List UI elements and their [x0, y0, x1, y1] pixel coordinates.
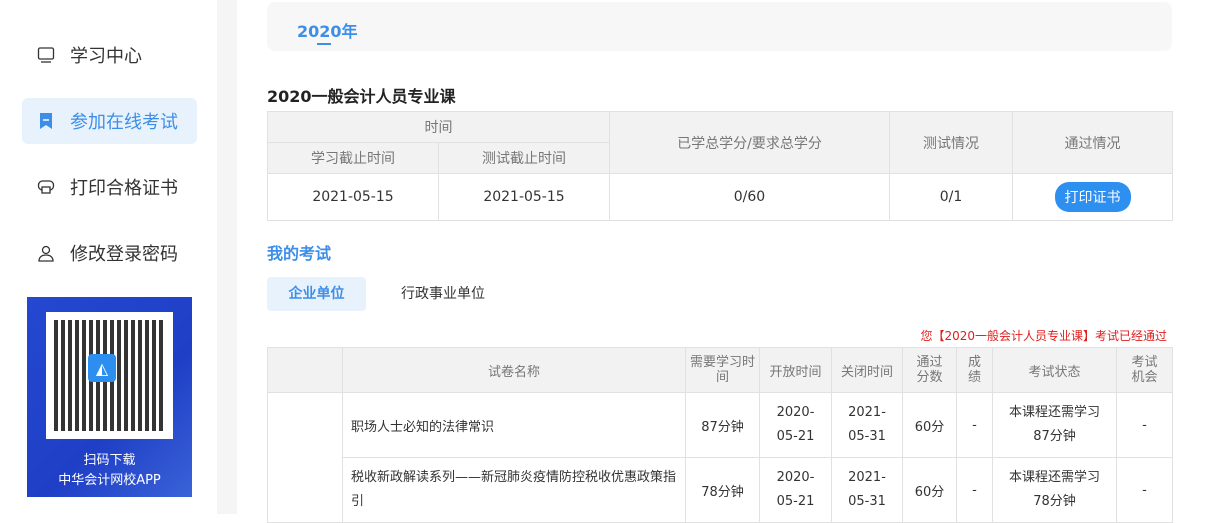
table-row: 税收新政解读系列——新冠肺炎疫情防控税收优惠政策指引 78分钟 2020-05-…: [268, 457, 1173, 523]
sidebar-item-change-password[interactable]: 修改登录密码: [22, 230, 197, 276]
tab-enterprise[interactable]: 企业单位: [267, 277, 366, 311]
print-certificate-button[interactable]: 打印证书: [1054, 182, 1131, 212]
sidebar-item-print-certificate[interactable]: 打印合格证书: [22, 164, 197, 210]
header-test-deadline: 测试截止时间: [438, 142, 610, 174]
divider: [217, 0, 237, 514]
app-download-promo[interactable]: ◭ 扫码下载 中华会计网校APP: [27, 297, 192, 497]
score: -: [956, 392, 993, 458]
sidebar-item-study-center[interactable]: 学习中心: [22, 32, 197, 78]
test-deadline: 2021-05-15: [438, 173, 610, 221]
pass-notice: 您【2020一般会计人员专业课】考试已经通过: [920, 329, 1167, 343]
header-pass-score: 通过分数: [902, 347, 957, 393]
chances: -: [1116, 392, 1173, 458]
sidebar-item-online-exam[interactable]: 参加在线考试: [22, 98, 197, 144]
sidebar-item-label: 修改登录密码: [70, 244, 178, 265]
sidebar-item-label: 学习中心: [70, 46, 142, 67]
tab-administrative[interactable]: 行政事业单位: [387, 277, 499, 311]
header-status: 考试状态: [992, 347, 1117, 393]
exam-name[interactable]: 税收新政解读系列——新冠肺炎疫情防控税收优惠政策指引: [342, 457, 686, 523]
table-row: 2021-05-15 2021-05-15 0/60 0/1 打印证书: [267, 173, 1173, 221]
study-time: 78分钟: [685, 457, 760, 523]
bookmark-icon: [36, 111, 56, 131]
printer-icon: [36, 177, 56, 197]
pass-score: 60分: [902, 457, 957, 523]
course-table: 时间 已学总学分/要求总学分 测试情况 通过情况 学习截止时间 测试截止时间 2021-…: [267, 111, 1173, 221]
user-icon: [36, 243, 56, 263]
monitor-icon: [36, 45, 56, 65]
chances: -: [1116, 457, 1173, 523]
sidebar: 学习中心 参加在线考试 打印合格证书 修改登录密码 ◭ 扫码下载 中华会计网校A…: [0, 0, 217, 514]
sidebar-item-label: 参加在线考试: [70, 112, 178, 133]
header-test-status: 测试情况: [889, 111, 1013, 174]
header-time: 时间: [267, 111, 610, 143]
header-pass-status: 通过情况: [1012, 111, 1173, 174]
header-credits: 已学总学分/要求总学分: [609, 111, 890, 174]
course-title: 2020一般会计人员专业课: [267, 87, 456, 106]
score: -: [956, 457, 993, 523]
credits: 0/60: [609, 173, 890, 221]
open-time: 2020-05-21: [759, 392, 832, 458]
tab-indicator: [317, 43, 331, 45]
exam-name[interactable]: 职场人士必知的法律常识: [342, 392, 686, 458]
my-exams-title: 我的考试: [267, 244, 332, 263]
promo-line-2: 中华会计网校APP: [58, 473, 161, 488]
study-deadline: 2021-05-15: [267, 173, 439, 221]
tab-2020[interactable]: 2020年: [297, 18, 358, 42]
close-time: 2021-05-31: [831, 457, 903, 523]
exam-status: 本课程还需学习78分钟: [992, 457, 1117, 523]
table-row: 职场人士必知的法律常识 87分钟 2020-05-21 2021-05-31 6…: [267, 392, 1173, 523]
study-time: 87分钟: [685, 392, 760, 458]
header-chances: 考试机会: [1116, 347, 1173, 393]
qr-code: ◭: [46, 312, 173, 439]
promo-line-1: 扫码下载: [83, 453, 136, 468]
header-name: 试卷名称: [342, 347, 686, 393]
app-logo-icon: ◭: [88, 354, 116, 382]
year-tabs: 2020年: [267, 2, 1172, 51]
pass-score: 60分: [902, 392, 957, 458]
header-study-time: 需要学习时间: [685, 347, 760, 393]
header-open: 开放时间: [759, 347, 832, 393]
exam-table: 试卷名称 需要学习时间 开放时间 关闭时间 通过分数 成绩 考试状态 考试机会 …: [267, 347, 1173, 523]
header-score: 成绩: [956, 347, 993, 393]
sidebar-item-label: 打印合格证书: [70, 178, 178, 199]
close-time: 2021-05-31: [831, 392, 903, 458]
header-close: 关闭时间: [831, 347, 903, 393]
open-time: 2020-05-21: [759, 457, 832, 523]
header-study-deadline: 学习截止时间: [267, 142, 439, 174]
exam-status: 本课程还需学习87分钟: [992, 392, 1117, 458]
test-status: 0/1: [889, 173, 1013, 221]
